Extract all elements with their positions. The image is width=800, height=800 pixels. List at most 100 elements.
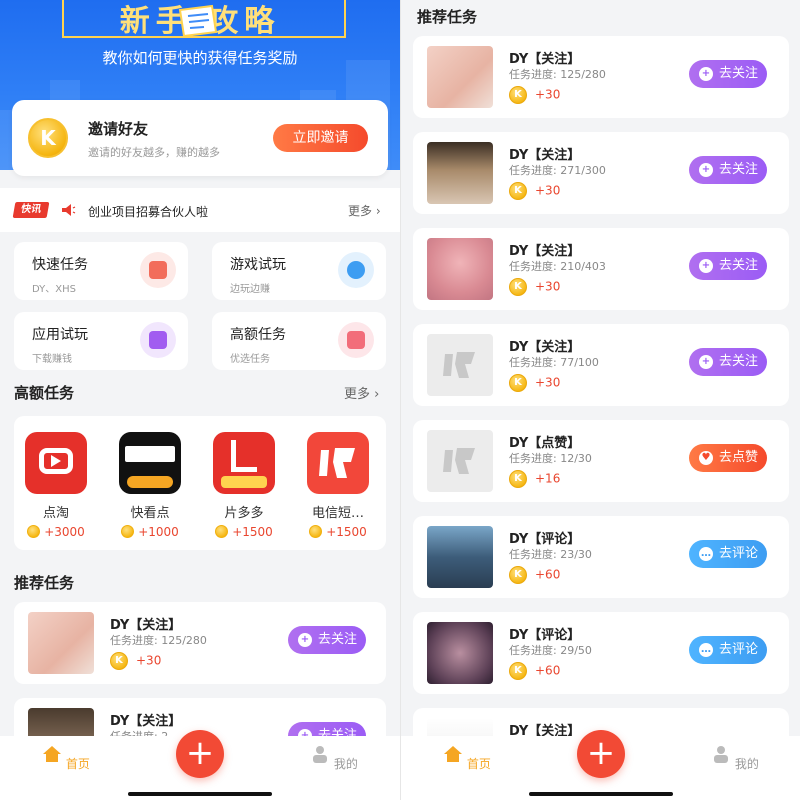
grid-subtitle: 优选任务 bbox=[230, 354, 270, 365]
home-screen: 新手 攻略 教你如何更快的获得任务奖励 K 邀请好友 邀请的好友越多，赚的越多 … bbox=[0, 0, 400, 800]
grid-subtitle: DY、XHS bbox=[32, 284, 76, 295]
publish-plus-button[interactable]: + bbox=[577, 730, 625, 778]
app-name: 快看点 bbox=[130, 506, 170, 521]
paper-icon bbox=[178, 4, 218, 38]
app-item[interactable]: 点淘 +3000 bbox=[16, 432, 96, 539]
task-title: DY【关注】 bbox=[509, 340, 581, 355]
task-card[interactable]: DY【关注】 任务进度: 210/403 K +30 + 去关注 bbox=[413, 228, 789, 310]
bag-icon bbox=[140, 322, 176, 358]
task-thumbnail bbox=[427, 526, 493, 588]
recommend-screen: 推荐任务 DY【关注】 任务进度: 125/280 K +30 + 去关注 DY【关… bbox=[400, 0, 800, 800]
coin-icon bbox=[27, 525, 41, 538]
pianduoduo-icon bbox=[213, 432, 275, 494]
app-item[interactable]: 片多多 +1500 bbox=[204, 432, 284, 539]
task-reward: K +30 bbox=[509, 182, 560, 200]
coin-icon: K bbox=[509, 278, 527, 296]
banner-subtitle: 教你如何更快的获得任务奖励 bbox=[102, 49, 298, 67]
task-thumbnail bbox=[28, 612, 94, 674]
news-ticker[interactable]: 快讯 创业项目招募合伙人啦 更多 › bbox=[0, 188, 400, 232]
tab-home[interactable]: 首页 bbox=[36, 744, 96, 772]
task-progress: 任务进度: 125/280 bbox=[110, 634, 207, 647]
follow-button[interactable]: +去关注 bbox=[288, 626, 366, 654]
app-item[interactable]: 快看点 +1000 bbox=[110, 432, 190, 539]
like-button[interactable]: ♥ 去点赞 bbox=[689, 444, 767, 472]
grid-title: 快速任务 bbox=[32, 257, 88, 273]
task-title: DY【关注】 bbox=[509, 52, 581, 67]
home-indicator bbox=[128, 792, 272, 796]
task-progress: 任务进度: 210/403 bbox=[509, 260, 606, 273]
task-progress: 任务进度: 12/30 bbox=[509, 452, 592, 465]
high-reward-card[interactable]: 高额任务 优选任务 bbox=[212, 312, 386, 370]
task-progress: 任务进度: 29/50 bbox=[509, 644, 592, 657]
comment-icon: … bbox=[699, 643, 713, 657]
tab-mine[interactable]: 我的 bbox=[705, 744, 765, 772]
task-reward: K +60 bbox=[509, 662, 560, 680]
task-card[interactable]: DY【关注】 任务进度: 125/280 K +30 + 去关注 bbox=[14, 602, 386, 684]
app-name: 点淘 bbox=[42, 506, 69, 521]
app-name: 电信短… bbox=[311, 506, 364, 521]
home-icon bbox=[444, 746, 463, 762]
plus-icon: + bbox=[699, 67, 713, 81]
section-title-hot: 高额任务 bbox=[14, 384, 75, 402]
task-card[interactable]: DY【关注】 任务进度: 125/280 K +30 + 去关注 bbox=[413, 36, 789, 118]
task-card[interactable]: DY【关注】 任务进度: 77/100 K +30 + 去关注 bbox=[413, 324, 789, 406]
coin-icon: K bbox=[509, 566, 527, 584]
news-more-link[interactable]: 更多 › bbox=[348, 202, 381, 219]
home-icon bbox=[43, 746, 62, 762]
task-card[interactable]: DY【关注】 任务进度: 271/300 K +30 + 去关注 bbox=[413, 132, 789, 214]
coin-icon: K bbox=[509, 86, 527, 104]
game-trial-card[interactable]: 游戏试玩 边玩边赚 bbox=[212, 242, 386, 300]
invite-now-button[interactable]: 立即邀请 bbox=[273, 124, 368, 152]
plus-icon: + bbox=[699, 355, 713, 369]
coin-icon: K bbox=[509, 662, 527, 680]
grid-title: 高额任务 bbox=[230, 327, 286, 343]
diantao-icon bbox=[25, 432, 87, 494]
task-title: DY【点赞】 bbox=[509, 436, 581, 451]
section-title-recommend: 推荐任务 bbox=[14, 574, 75, 592]
kuaikandian-icon bbox=[119, 432, 181, 494]
task-thumbnail bbox=[427, 46, 493, 108]
user-icon bbox=[313, 746, 328, 763]
grid-title: 游戏试玩 bbox=[230, 257, 286, 273]
speaker-icon bbox=[62, 204, 76, 216]
task-card[interactable]: DY【评论】 任务进度: 23/30 K +60 … 去评论 bbox=[413, 516, 789, 598]
task-thumbnail bbox=[427, 142, 493, 204]
task-reward: K +16 bbox=[509, 470, 560, 488]
coin-icon: K bbox=[509, 470, 527, 488]
task-reward: K +30 bbox=[509, 374, 560, 392]
hot-more-link[interactable]: 更多 › bbox=[344, 383, 379, 402]
comment-button[interactable]: … 去评论 bbox=[689, 636, 767, 664]
task-card[interactable]: DY【评论】 任务进度: 29/50 K +60 … 去评论 bbox=[413, 612, 789, 694]
coin-icon: K bbox=[28, 118, 68, 158]
comment-button[interactable]: … 去评论 bbox=[689, 540, 767, 568]
grid-subtitle: 下载赚钱 bbox=[32, 354, 72, 365]
task-progress: 任务进度: 271/300 bbox=[509, 164, 606, 177]
app-item[interactable]: 电信短… +1500 bbox=[298, 432, 378, 539]
task-card[interactable]: DY【点赞】 任务进度: 12/30 K +16 ♥ 去点赞 bbox=[413, 420, 789, 502]
task-title: DY【关注】 bbox=[509, 244, 581, 259]
grid-subtitle: 边玩边赚 bbox=[230, 284, 270, 295]
app-reward: +1500 bbox=[204, 525, 284, 539]
follow-button[interactable]: +去关注 bbox=[689, 156, 767, 184]
quick-task-card[interactable]: 快速任务 DY、XHS bbox=[14, 242, 188, 300]
gamepad-icon bbox=[338, 252, 374, 288]
plus-icon: + bbox=[699, 163, 713, 177]
task-thumbnail bbox=[427, 622, 493, 684]
publish-plus-button[interactable]: + bbox=[176, 730, 224, 778]
app-trial-card[interactable]: 应用试玩 下载赚钱 bbox=[14, 312, 188, 370]
coin-icon bbox=[121, 525, 135, 538]
task-reward: K +30 bbox=[509, 278, 560, 296]
tab-home[interactable]: 首页 bbox=[437, 744, 497, 772]
task-reward: K +30 bbox=[110, 652, 161, 670]
app-reward: +3000 bbox=[16, 525, 96, 539]
follow-button[interactable]: +去关注 bbox=[689, 252, 767, 280]
app-name: 片多多 bbox=[224, 506, 264, 521]
app-reward: +1000 bbox=[110, 525, 190, 539]
page-title: 推荐任务 bbox=[417, 8, 478, 26]
home-indicator bbox=[529, 792, 673, 796]
follow-button[interactable]: +去关注 bbox=[689, 348, 767, 376]
follow-button[interactable]: +去关注 bbox=[689, 60, 767, 88]
tab-mine[interactable]: 我的 bbox=[304, 744, 364, 772]
doc-icon bbox=[140, 252, 176, 288]
user-icon bbox=[714, 746, 729, 763]
